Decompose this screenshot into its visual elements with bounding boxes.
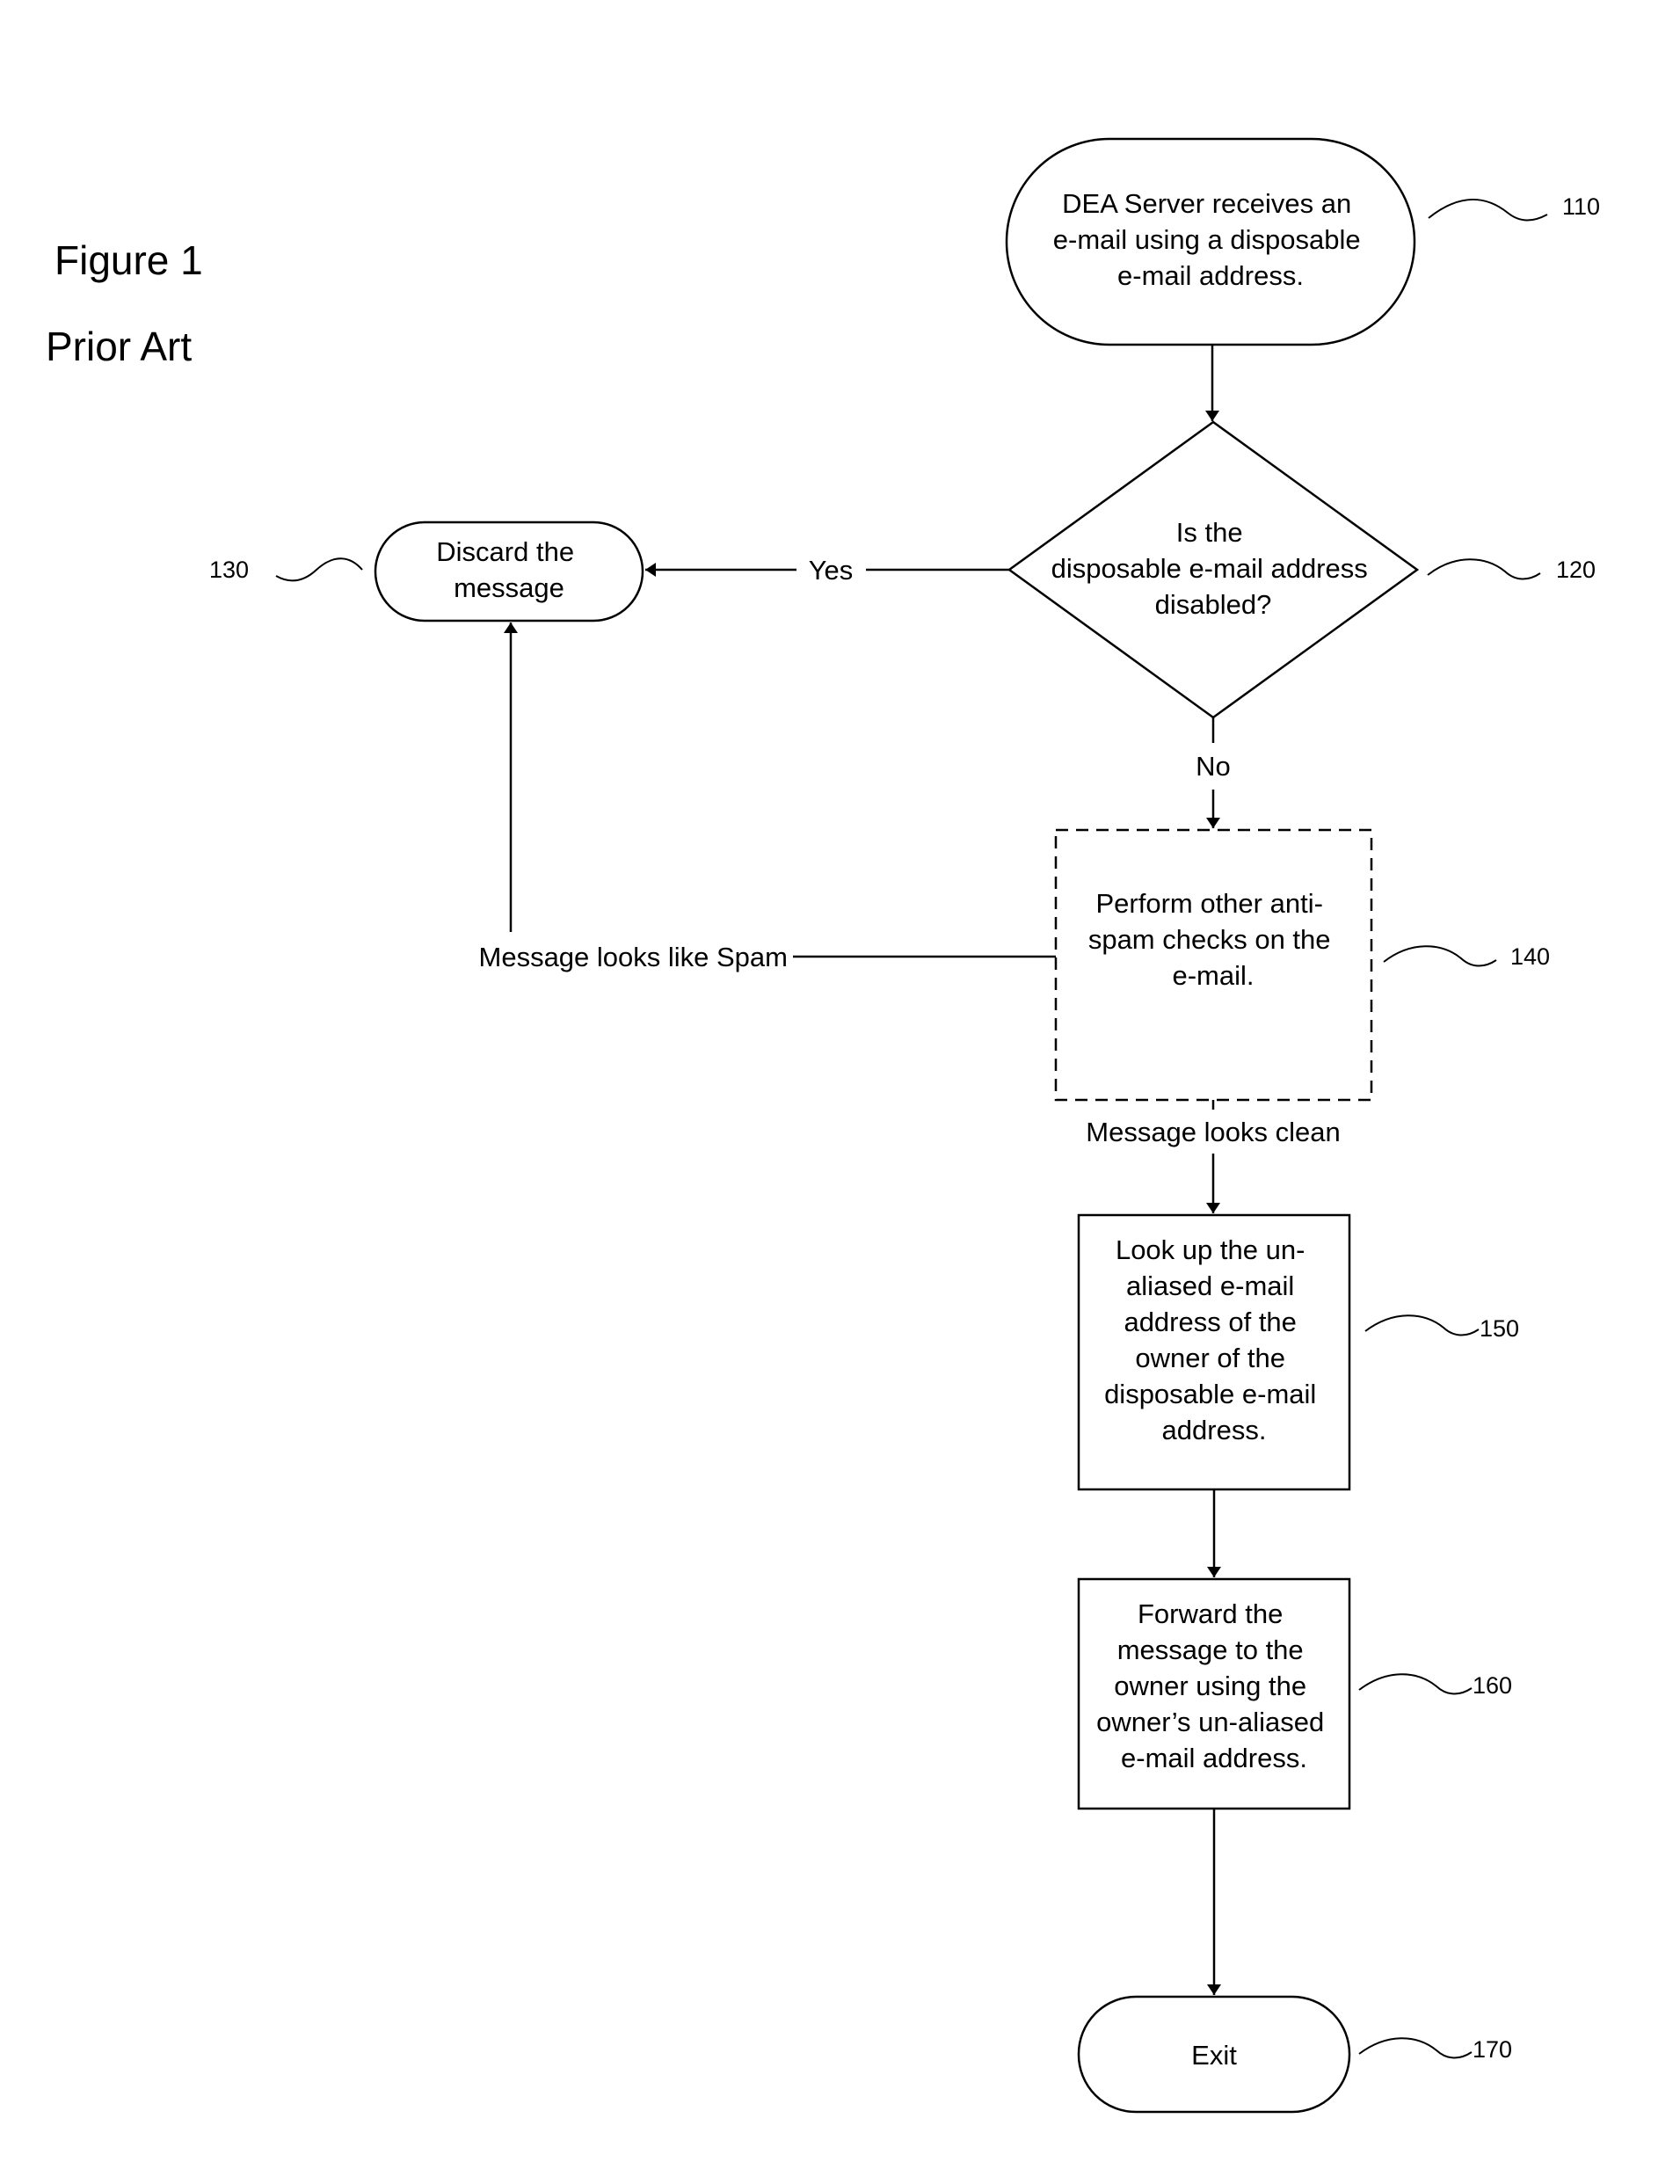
ref-140: 140 xyxy=(1510,943,1550,970)
ref-170: 170 xyxy=(1473,2036,1512,2063)
node-110-start: DEA Server receives an e-mail using a di… xyxy=(1005,137,1600,346)
node-170-text: Exit xyxy=(1191,2040,1237,2071)
node-120-decision: Is the disposable e-mail address disable… xyxy=(1007,420,1596,719)
node-140-antispam: Perform other anti- spam checks on the e… xyxy=(1054,828,1550,1102)
edge-spam: Message looks like Spam xyxy=(479,622,1056,972)
node-160-forward: Forward the message to the owner using t… xyxy=(1077,1577,1512,1810)
leader-squiggle-170 xyxy=(1358,2037,1473,2059)
node-170-exit: Exit 170 xyxy=(1077,1995,1512,2114)
edge-yes-label: Yes xyxy=(809,555,854,586)
edge-yes: Yes xyxy=(645,555,1009,586)
node-130-discard: Discard the message 130 xyxy=(209,521,644,622)
leader-squiggle-160 xyxy=(1358,1673,1473,1695)
leader-squiggle-150 xyxy=(1364,1314,1480,1336)
ref-130: 130 xyxy=(209,557,249,583)
figure-subtitle: Prior Art xyxy=(46,324,192,369)
edge-clean-label: Message looks clean xyxy=(1086,1117,1341,1147)
edge-no: No xyxy=(1196,717,1231,828)
node-150-lookup: Look up the un- aliased e-mail address o… xyxy=(1077,1213,1519,1491)
edge-spam-label: Message looks like Spam xyxy=(479,942,789,972)
flowchart: Figure 1 Prior Art DEA Server receives a… xyxy=(46,137,1600,2114)
figure-title: Figure 1 xyxy=(55,237,203,283)
edge-no-label: No xyxy=(1196,751,1231,782)
edge-clean: Message looks clean xyxy=(1086,1100,1341,1213)
ref-150: 150 xyxy=(1480,1315,1519,1342)
leader-squiggle-140 xyxy=(1383,945,1497,967)
ref-120: 120 xyxy=(1556,557,1596,583)
ref-160: 160 xyxy=(1473,1672,1512,1699)
leader-squiggle-110 xyxy=(1428,199,1548,222)
leader-squiggle-120 xyxy=(1427,558,1541,580)
leader-squiggle-130 xyxy=(275,557,363,582)
ref-110: 110 xyxy=(1562,193,1600,220)
